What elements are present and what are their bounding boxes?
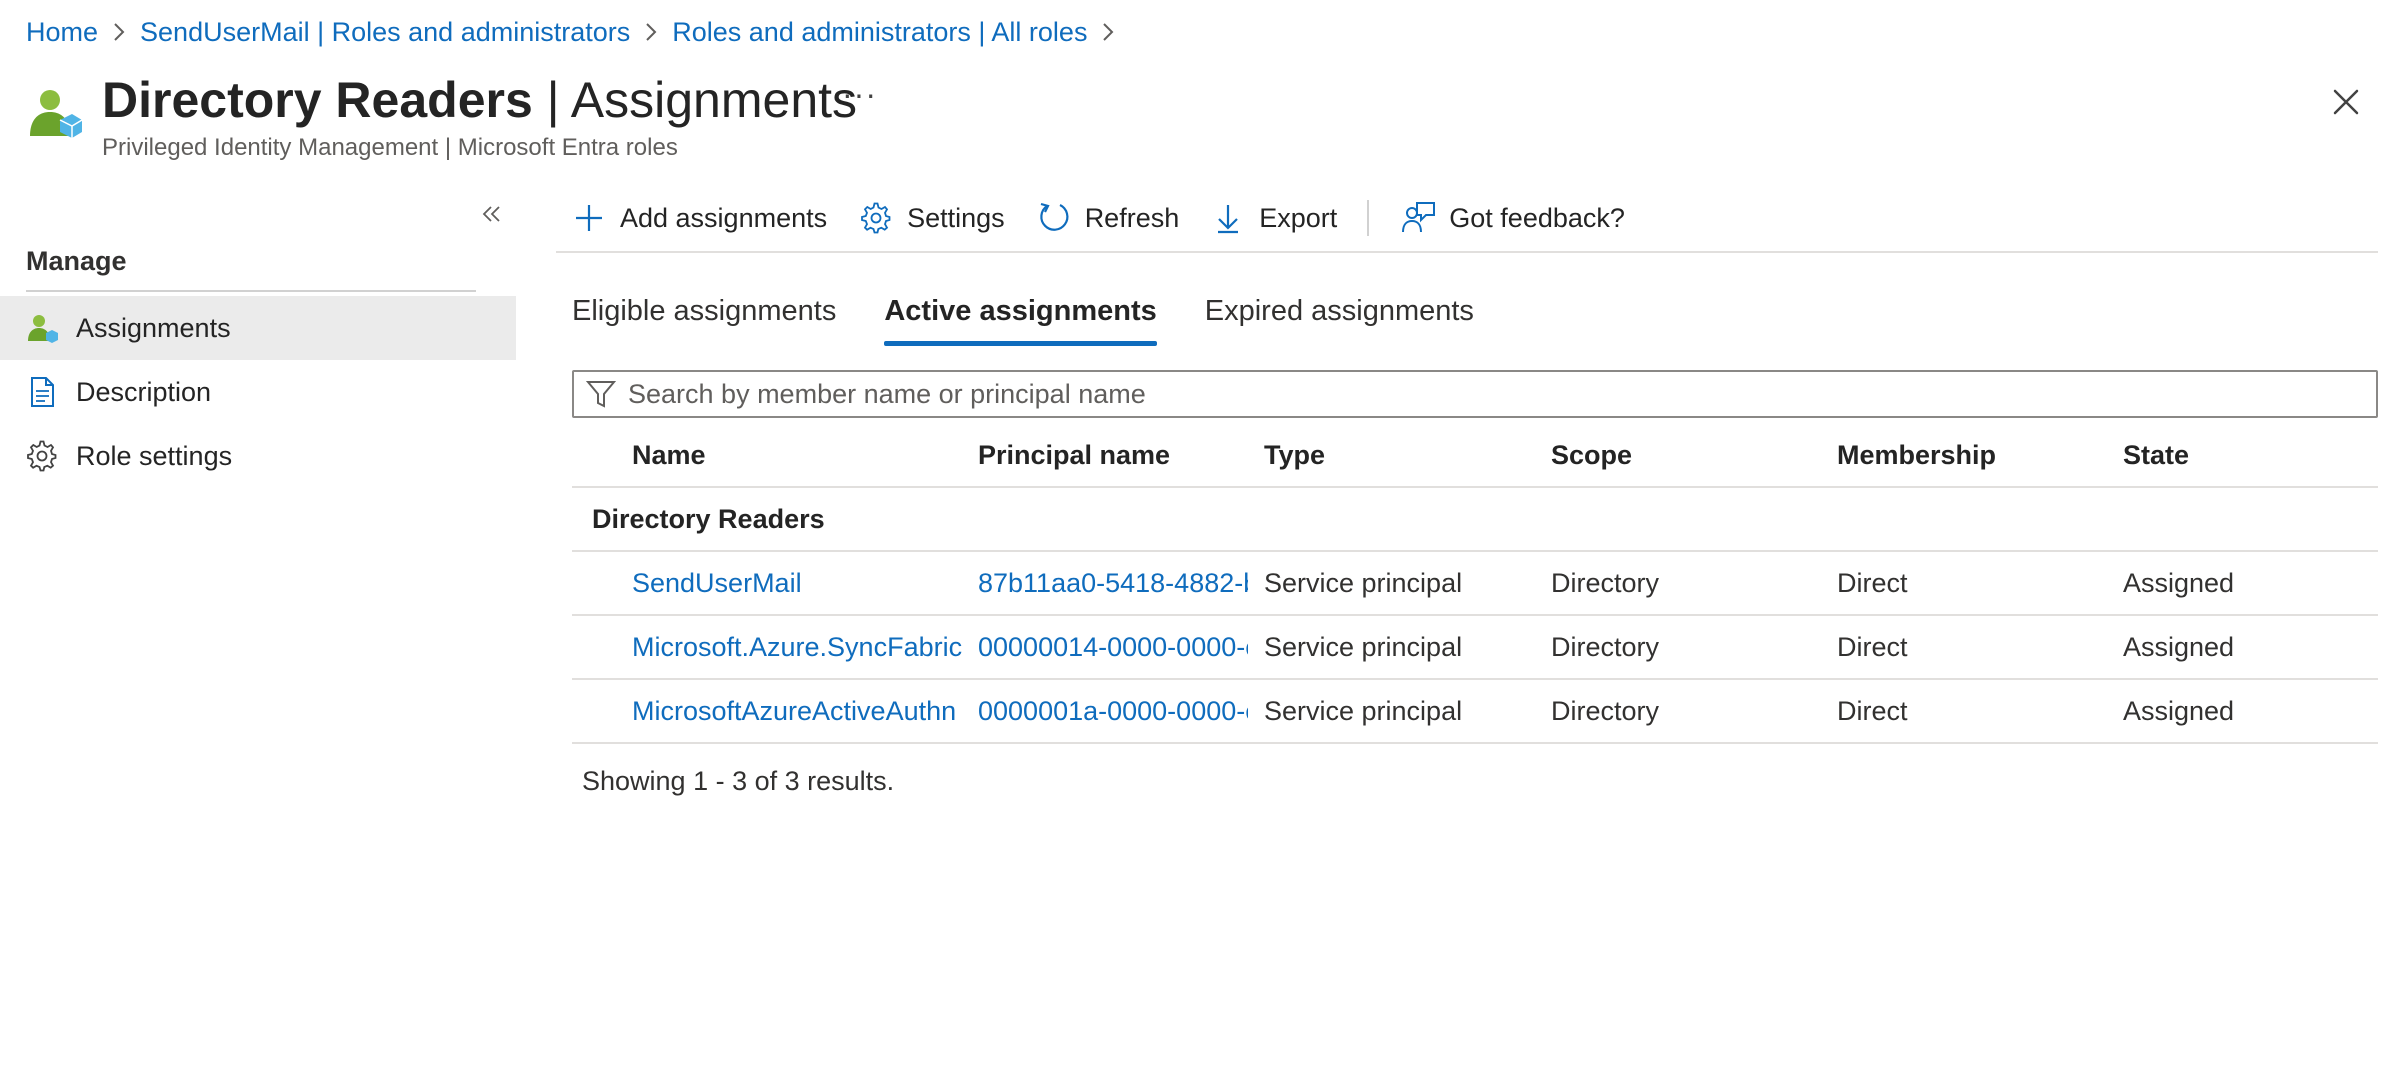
- table-group-row: Directory Readers: [572, 488, 2378, 552]
- sidebar-item-label: Assignments: [76, 312, 231, 343]
- column-header-membership[interactable]: Membership: [1837, 424, 2107, 486]
- table-header-row: Name Principal name Type Scope Membershi…: [572, 424, 2378, 488]
- feedback-label: Got feedback?: [1449, 202, 1625, 233]
- more-options-button[interactable]: ···: [842, 76, 877, 113]
- document-icon: [26, 376, 58, 408]
- add-assignments-label: Add assignments: [620, 202, 828, 233]
- add-assignments-button[interactable]: Add assignments: [572, 201, 827, 235]
- type-cell: Service principal: [1264, 568, 1463, 598]
- refresh-label: Refresh: [1084, 202, 1180, 233]
- column-header-state[interactable]: State: [2123, 424, 2373, 486]
- results-count: Showing 1 - 3 of 3 results.: [582, 766, 895, 796]
- group-label: Directory Readers: [592, 504, 825, 534]
- column-header-type[interactable]: Type: [1264, 424, 1534, 486]
- page-title-role: Directory Readers: [102, 72, 533, 128]
- assignments-table: Name Principal name Type Scope Membershi…: [572, 424, 2378, 744]
- gear-icon: [859, 201, 893, 235]
- refresh-icon: [1037, 201, 1071, 235]
- breadcrumb-all-roles-link[interactable]: Roles and administrators | All roles: [672, 17, 1087, 48]
- chevron-right-icon: [644, 22, 658, 42]
- sidebar-divider: [26, 290, 476, 292]
- breadcrumb-home-link[interactable]: Home: [26, 17, 98, 48]
- sidebar-item-assignments[interactable]: Assignments: [0, 296, 516, 360]
- membership-cell: Direct: [1837, 632, 1908, 662]
- assignment-tabs: Eligible assignments Active assignments …: [572, 290, 1522, 346]
- column-header-name[interactable]: Name: [632, 424, 962, 486]
- state-cell: Assigned: [2123, 632, 2235, 662]
- member-name-link[interactable]: MicrosoftAzureActiveAuthn: [632, 680, 962, 742]
- breadcrumb-senduser-roles-link[interactable]: SendUserMail | Roles and administrators: [140, 17, 630, 48]
- scope-cell: Directory: [1551, 568, 1660, 598]
- tab-expired-assignments[interactable]: Expired assignments: [1205, 290, 1474, 346]
- chevron-right-icon: [112, 22, 126, 42]
- type-cell: Service principal: [1264, 696, 1463, 726]
- tab-eligible-assignments[interactable]: Eligible assignments: [572, 290, 836, 346]
- refresh-button[interactable]: Refresh: [1037, 201, 1180, 235]
- gear-icon: [26, 440, 58, 472]
- sidebar-item-label: Description: [76, 376, 212, 407]
- settings-label: Settings: [907, 202, 1005, 233]
- download-icon: [1211, 201, 1245, 235]
- settings-button[interactable]: Settings: [859, 201, 1005, 235]
- column-header-principal-name[interactable]: Principal name: [978, 424, 1248, 486]
- type-cell: Service principal: [1264, 632, 1463, 662]
- state-cell: Assigned: [2123, 696, 2235, 726]
- principal-name-link[interactable]: 87b11aa0-5418-4882-b: [978, 552, 1248, 614]
- membership-cell: Direct: [1837, 696, 1908, 726]
- scope-cell: Directory: [1551, 632, 1660, 662]
- tab-active-assignments[interactable]: Active assignments: [884, 290, 1158, 346]
- sidebar-item-label: Role settings: [76, 440, 233, 471]
- sidebar-item-role-settings[interactable]: Role settings: [0, 424, 516, 488]
- close-icon[interactable]: [2326, 82, 2366, 122]
- member-name-link[interactable]: Microsoft.Azure.SyncFabric: [632, 616, 962, 678]
- page-title-separator: |: [532, 72, 571, 128]
- sidebar-heading: Manage: [26, 246, 127, 276]
- page-subtitle: Privileged Identity Management | Microso…: [102, 134, 678, 161]
- export-label: Export: [1259, 202, 1338, 233]
- table-row: MicrosoftAzureActiveAuthn 0000001a-0000-…: [572, 680, 2378, 744]
- membership-cell: Direct: [1837, 568, 1908, 598]
- breadcrumb: Home SendUserMail | Roles and administra…: [26, 14, 1129, 50]
- state-cell: Assigned: [2123, 568, 2235, 598]
- table-row: SendUserMail 87b11aa0-5418-4882-b Servic…: [572, 552, 2378, 616]
- filter-icon: [586, 379, 616, 409]
- sidebar-item-description[interactable]: Description: [0, 360, 516, 424]
- search-input[interactable]: [628, 378, 2328, 410]
- export-button[interactable]: Export: [1211, 201, 1337, 235]
- feedback-icon: [1401, 201, 1436, 235]
- user-role-icon: [26, 312, 58, 344]
- table-row: Microsoft.Azure.SyncFabric 00000014-0000…: [572, 616, 2378, 680]
- page-title: Directory Readers | Assignments: [102, 70, 857, 130]
- collapse-sidebar-icon[interactable]: [480, 202, 504, 226]
- plus-icon: [572, 201, 606, 235]
- toolbar-divider: [1367, 200, 1370, 236]
- member-name-link[interactable]: SendUserMail: [632, 552, 962, 614]
- scope-cell: Directory: [1551, 696, 1660, 726]
- principal-name-link[interactable]: 0000001a-0000-0000-c: [978, 680, 1248, 742]
- user-role-icon: [26, 86, 83, 142]
- chevron-right-icon: [1101, 22, 1115, 42]
- column-header-scope[interactable]: Scope: [1551, 424, 1821, 486]
- toolbar-divider-line: [556, 251, 2378, 253]
- command-bar: Add assignments Settings Refresh Export: [572, 194, 1657, 242]
- page-title-section: Assignments: [570, 72, 858, 128]
- search-box: [572, 370, 2378, 418]
- feedback-button[interactable]: Got feedback?: [1401, 201, 1625, 235]
- principal-name-link[interactable]: 00000014-0000-0000-c: [978, 616, 1248, 678]
